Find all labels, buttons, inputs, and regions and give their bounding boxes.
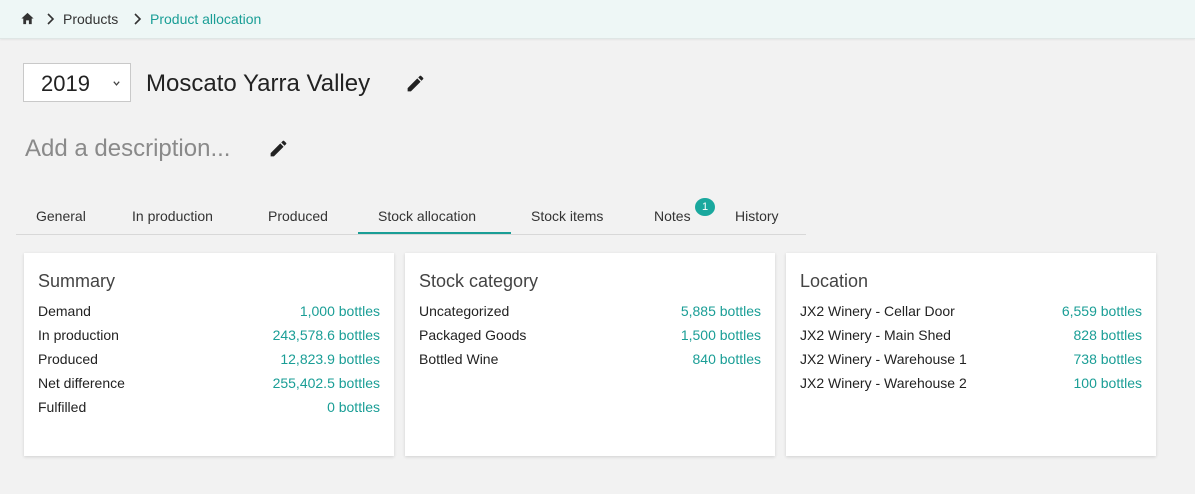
edit-description-pencil-icon[interactable] (268, 138, 289, 159)
chevron-right-icon (134, 13, 142, 25)
location-warehouse-1-label: JX2 Winery - Warehouse 1 (800, 351, 967, 367)
chevron-down-icon (113, 81, 120, 86)
summary-demand-value[interactable]: 1,000 bottles (300, 303, 380, 319)
tab-notes[interactable]: Notes (654, 208, 691, 224)
category-bottled-wine-label: Bottled Wine (419, 351, 499, 367)
notes-count-badge: 1 (695, 198, 715, 216)
summary-card: Summary Demand 1,000 bottles In producti… (24, 253, 394, 456)
category-uncategorized-value[interactable]: 5,885 bottles (681, 303, 761, 319)
description-placeholder[interactable]: Add a description... (25, 135, 230, 163)
year-value: 2019 (41, 71, 90, 96)
active-tab-indicator (358, 232, 511, 234)
summary-card-title: Summary (38, 271, 116, 291)
summary-net-difference-value[interactable]: 255,402.5 bottles (273, 375, 380, 391)
breadcrumb-current[interactable]: Product allocation (150, 11, 261, 27)
summary-demand-label: Demand (38, 303, 91, 319)
stock-category-card: Stock category Uncategorized 5,885 bottl… (405, 253, 775, 456)
category-bottled-wine-value[interactable]: 840 bottles (693, 351, 762, 367)
tab-history[interactable]: History (735, 208, 779, 224)
chevron-right-icon (47, 13, 55, 25)
tab-in-production[interactable]: In production (132, 208, 213, 224)
location-warehouse-2-value[interactable]: 100 bottles (1074, 375, 1143, 391)
location-main-shed-value[interactable]: 828 bottles (1074, 327, 1143, 343)
tab-bar: General In production Produced Stock all… (16, 198, 806, 235)
summary-fulfilled-label: Fulfilled (38, 399, 87, 415)
tab-general[interactable]: General (36, 208, 86, 224)
category-packaged-goods-value[interactable]: 1,500 bottles (681, 327, 761, 343)
year-select[interactable]: 2019 (23, 63, 131, 102)
summary-fulfilled-value[interactable]: 0 bottles (327, 399, 380, 415)
summary-produced-value[interactable]: 12,823.9 bottles (280, 351, 380, 367)
tab-stock-items[interactable]: Stock items (531, 208, 603, 224)
summary-in-production-value[interactable]: 243,578.6 bottles (273, 327, 380, 343)
breadcrumb-products[interactable]: Products (63, 11, 118, 27)
category-packaged-goods-label: Packaged Goods (419, 327, 527, 343)
home-icon[interactable] (20, 11, 35, 26)
edit-title-pencil-icon[interactable] (405, 73, 426, 94)
location-cellar-door-label: JX2 Winery - Cellar Door (800, 303, 955, 319)
summary-net-difference-label: Net difference (38, 375, 125, 391)
breadcrumb-bar: Products Product allocation (0, 0, 1195, 39)
tab-produced[interactable]: Produced (268, 208, 328, 224)
location-warehouse-1-value[interactable]: 738 bottles (1074, 351, 1143, 367)
location-main-shed-label: JX2 Winery - Main Shed (800, 327, 951, 343)
summary-in-production-label: In production (38, 327, 119, 343)
location-warehouse-2-label: JX2 Winery - Warehouse 2 (800, 375, 967, 391)
location-card: Location JX2 Winery - Cellar Door 6,559 … (786, 253, 1156, 456)
location-card-title: Location (800, 271, 869, 291)
tab-stock-allocation[interactable]: Stock allocation (378, 208, 476, 224)
category-uncategorized-label: Uncategorized (419, 303, 510, 319)
location-cellar-door-value[interactable]: 6,559 bottles (1062, 303, 1142, 319)
product-title: Moscato Yarra Valley (146, 70, 371, 97)
summary-produced-label: Produced (38, 351, 98, 367)
stock-category-card-title: Stock category (419, 271, 539, 291)
